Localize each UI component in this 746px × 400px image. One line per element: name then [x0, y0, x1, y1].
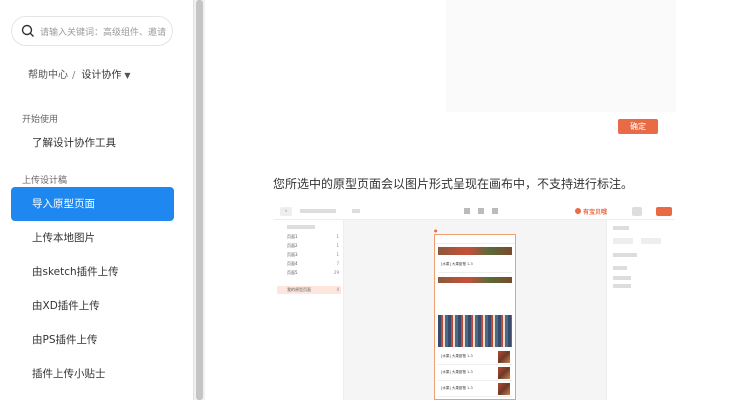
- publish-button: [656, 207, 672, 216]
- page-list-item: 页面4: [287, 261, 298, 266]
- search-box[interactable]: 请输入关键词：高级组件、邀请: [11, 16, 173, 46]
- phone-card-text: [水果] 大果甜橙 1-3: [441, 370, 473, 374]
- sidebar: 请输入关键词：高级组件、邀请 帮助中心 / 设计协作 ▼ 开始使用 了解设计协作工具 …: [0, 0, 193, 400]
- page-list-count: 4: [336, 287, 339, 292]
- scrollbar-thumb[interactable]: [196, 0, 203, 400]
- page-list-item: 页面5: [287, 270, 298, 275]
- page-list-count: 1: [336, 243, 339, 248]
- phone-card: [水果] 大果甜橙 1-3: [438, 381, 512, 397]
- phone-header: [435, 235, 515, 244]
- link-icon: [478, 208, 484, 214]
- export-icon: [492, 208, 498, 214]
- back-icon: ‹: [280, 207, 292, 216]
- search-icon: [21, 24, 34, 37]
- artboard-label: ●: [434, 228, 438, 233]
- panel-row: [613, 276, 631, 280]
- page-list-item: 我的原型页面: [287, 287, 311, 292]
- phone-banner: [438, 247, 512, 255]
- confirm-button: 确定: [618, 119, 658, 134]
- main-content: 确定 您所选中的原型页面会以图片形式呈现在画布中，不支持进行标注。 ‹ 有宝贝哦…: [206, 0, 746, 400]
- section-title-start: 开始使用: [22, 115, 59, 125]
- phone-feature-image: [438, 315, 512, 347]
- phone-artboard: [水果] 大果甜橙 1-3 [水果] 大果甜橙 1-3 [水果] 大果甜橙 1-…: [434, 234, 516, 400]
- previous-screenshot: [446, 0, 676, 112]
- page-list-item: 页面2: [287, 243, 298, 248]
- logo-icon: [575, 208, 581, 214]
- panel-row: [613, 284, 631, 288]
- page-list-item: 页面3: [287, 252, 298, 257]
- breadcrumb-current[interactable]: 设计协作: [81, 70, 121, 81]
- page-list-count: 1: [336, 234, 339, 239]
- page-list-item: 页面1: [287, 234, 298, 239]
- breadcrumb-root[interactable]: 帮助中心: [28, 70, 68, 81]
- phone-card-thumb: [498, 351, 510, 363]
- brand-logo: 有宝贝哦: [583, 209, 608, 216]
- phone-card-thumb: [498, 367, 510, 379]
- sidebar-item-sketch-plugin[interactable]: 由sketch插件上传: [11, 255, 174, 289]
- tool-toolbar: ‹ 有宝贝哦: [274, 203, 674, 220]
- sidebar-item-upload-local-image[interactable]: 上传本地图片: [11, 221, 174, 255]
- sidebar-item-learn-tool[interactable]: 了解设计协作工具: [11, 126, 174, 160]
- page-list-count: 1: [336, 252, 339, 257]
- phone-card: [水果] 大果甜橙 1-3: [438, 257, 512, 273]
- phone-card: [水果] 大果甜橙 1-3: [438, 365, 512, 381]
- chevron-down-icon[interactable]: ▼: [124, 71, 130, 80]
- phone-card: [水果] 大果甜橙 1-3: [438, 349, 512, 365]
- panel-tab: [613, 226, 629, 230]
- page-list-panel: 页面1 1 页面2 1 页面3 1 页面4 7 页面5 29 我的原型页面 4: [274, 220, 344, 400]
- prototype-screenshot: ‹ 有宝贝哦 页面1 1 页面2 1 页面3 1 页面4 7 页面5 29 我的…: [274, 203, 674, 400]
- panel-row: [613, 253, 637, 257]
- search-placeholder: 请输入关键词：高级组件、邀请: [40, 28, 167, 38]
- panel-option: [641, 238, 661, 244]
- panel-option: [613, 238, 633, 244]
- sidebar-item-ps-plugin[interactable]: 由PS插件上传: [11, 323, 174, 357]
- project-title: [300, 209, 336, 213]
- page-list-count: 7: [336, 261, 339, 266]
- sidebar-item-xd-plugin[interactable]: 由XD插件上传: [11, 289, 174, 323]
- share-icon: [632, 207, 642, 216]
- phone-card-thumb: [498, 383, 510, 395]
- pen-icon: [464, 208, 470, 214]
- page-list-count: 29: [333, 270, 339, 275]
- phone-card-text: [水果] 大果甜橙 1-3: [441, 354, 473, 358]
- sidebar-item-plugin-tips[interactable]: 插件上传小贴士: [11, 357, 174, 391]
- properties-panel: [606, 220, 674, 400]
- toolbar-label: [352, 209, 360, 213]
- phone-card-text: [水果] 大果甜橙 1-3: [441, 386, 473, 390]
- description-paragraph: 您所选中的原型页面会以图片形式呈现在画布中，不支持进行标注。: [273, 177, 634, 191]
- phone-card-text: [水果] 大果甜橙 1-3: [441, 262, 473, 266]
- phone-banner-small: [438, 277, 512, 283]
- breadcrumb-separator: /: [72, 70, 76, 81]
- section-title-upload: 上传设计稿: [22, 176, 68, 186]
- breadcrumb: 帮助中心 / 设计协作 ▼: [28, 66, 131, 81]
- sidebar-item-import-prototype[interactable]: 导入原型页面: [11, 187, 174, 221]
- panel-header: [287, 225, 315, 229]
- panel-row: [613, 266, 627, 270]
